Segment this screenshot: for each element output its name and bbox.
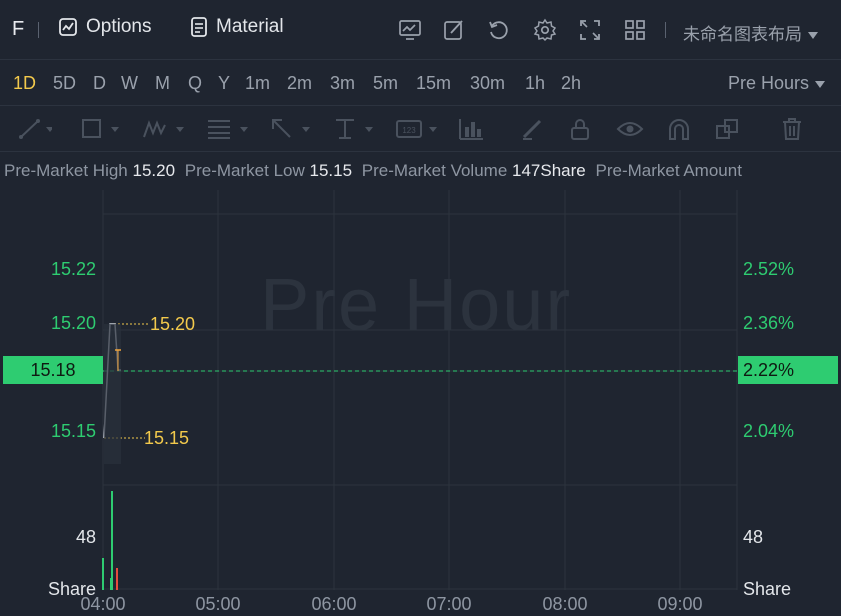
options-button[interactable]: Options bbox=[58, 16, 151, 38]
volume-bar bbox=[102, 558, 104, 590]
period-1d[interactable]: 1D bbox=[13, 73, 36, 94]
pre-market-high-label: Pre-Market High bbox=[4, 161, 128, 180]
chevron-down-icon bbox=[815, 80, 825, 88]
volume-bar bbox=[111, 491, 113, 590]
period-5d[interactable]: 5D bbox=[53, 73, 76, 94]
period-d[interactable]: D bbox=[93, 73, 106, 94]
period-3m[interactable]: 3m bbox=[330, 73, 355, 94]
volume-axis-unit: Share bbox=[743, 579, 792, 599]
period-w[interactable]: W bbox=[121, 73, 138, 94]
bars-icon[interactable] bbox=[457, 117, 485, 141]
trendline-icon[interactable] bbox=[18, 117, 52, 141]
lock-icon[interactable] bbox=[568, 117, 594, 141]
period-y[interactable]: Y bbox=[218, 73, 230, 94]
pre-market-stats: Pre-Market High 15.20 Pre-Market Low 15.… bbox=[0, 152, 841, 190]
fullscreen-icon[interactable] bbox=[578, 18, 602, 42]
current-price-tag: 15.18 bbox=[3, 356, 103, 384]
x-axis-tick: 09:00 bbox=[657, 594, 703, 614]
layout-selector[interactable]: 未命名图表布局 bbox=[683, 20, 818, 45]
y-axis-right-tick: 2.52% bbox=[743, 259, 795, 279]
pre-market-low-label: Pre-Market Low bbox=[184, 161, 305, 180]
options-chart-icon bbox=[59, 18, 77, 36]
x-axis-tick: 04:00 bbox=[80, 594, 126, 614]
number-icon[interactable]: 123 bbox=[395, 117, 439, 141]
gear-icon[interactable] bbox=[533, 18, 557, 42]
grid-lines bbox=[102, 190, 738, 590]
document-icon bbox=[191, 17, 207, 37]
period-15m[interactable]: 15m bbox=[416, 73, 451, 94]
pre-market-low-value: 15.15 bbox=[309, 161, 353, 180]
drawing-toolbar: 123 bbox=[0, 106, 841, 152]
x-axis-tick: 05:00 bbox=[195, 594, 241, 614]
y-axis-left-tick: 15.22 bbox=[50, 259, 96, 279]
pen-icon[interactable] bbox=[520, 117, 546, 141]
low-line-label: 15.15 bbox=[144, 428, 190, 448]
pre-market-high-value: 15.20 bbox=[132, 161, 176, 180]
chevron-down-icon bbox=[808, 31, 818, 39]
arrow-icon[interactable] bbox=[270, 117, 312, 141]
period-30m[interactable]: 30m bbox=[470, 73, 505, 94]
x-axis-tick: 08:00 bbox=[542, 594, 588, 614]
pre-market-volume-value: 147Share bbox=[512, 161, 586, 180]
divider bbox=[665, 22, 666, 38]
y-axis-left-tick: 15.20 bbox=[50, 313, 96, 333]
period-bar: 1D 5D D W M Q Y 1m 2m 3m 5m 15m 30m 1h 2… bbox=[0, 60, 841, 106]
fib-icon[interactable] bbox=[206, 117, 250, 141]
material-button[interactable]: Material bbox=[190, 16, 284, 38]
volume-axis-tick: 48 bbox=[743, 527, 764, 547]
period-2m[interactable]: 2m bbox=[287, 73, 312, 94]
volume-axis-tick: 48 bbox=[75, 527, 96, 547]
grid-icon[interactable] bbox=[623, 18, 647, 42]
period-m[interactable]: M bbox=[155, 73, 170, 94]
trash-icon[interactable] bbox=[780, 117, 804, 141]
options-label: Options bbox=[86, 16, 152, 37]
material-label: Material bbox=[216, 16, 284, 37]
price-area bbox=[104, 324, 121, 464]
rectangle-icon[interactable] bbox=[80, 117, 120, 141]
price-chart[interactable]: Pre Hour 15.22 15.20 15.15 2.52% 2.36% 2… bbox=[0, 190, 841, 616]
edit-icon[interactable] bbox=[442, 18, 466, 42]
current-pct-tag: 2.22% bbox=[738, 356, 838, 384]
volume-bar bbox=[116, 568, 118, 590]
session-label: Pre Hours bbox=[727, 73, 809, 93]
magnet-icon[interactable] bbox=[666, 117, 692, 141]
high-line-label: 15.20 bbox=[150, 314, 196, 334]
chart-watermark: Pre Hour bbox=[260, 263, 573, 346]
ticker-symbol[interactable]: F bbox=[12, 18, 24, 41]
session-selector[interactable]: Pre Hours bbox=[728, 73, 825, 94]
pre-market-amount-label: Pre-Market Amount bbox=[595, 161, 742, 180]
volume-bar bbox=[110, 578, 112, 590]
layers-icon[interactable] bbox=[714, 117, 740, 141]
divider bbox=[38, 22, 39, 38]
period-q[interactable]: Q bbox=[188, 73, 202, 94]
refresh-icon[interactable] bbox=[487, 18, 511, 42]
eye-icon[interactable] bbox=[616, 117, 644, 141]
measure-icon[interactable] bbox=[333, 117, 375, 141]
layout-name: 未命名图表布局 bbox=[683, 25, 802, 45]
period-1m[interactable]: 1m bbox=[245, 73, 270, 94]
x-axis-tick: 07:00 bbox=[426, 594, 472, 614]
x-axis-tick: 06:00 bbox=[311, 594, 357, 614]
y-axis-left-tick: 15.15 bbox=[50, 421, 96, 441]
svg-text:123: 123 bbox=[402, 126, 416, 135]
period-1h[interactable]: 1h bbox=[525, 73, 545, 94]
chart-canvas bbox=[102, 190, 738, 590]
y-axis-right-tick: 2.36% bbox=[743, 313, 795, 333]
pattern-icon[interactable] bbox=[142, 117, 186, 141]
y-axis-right-tick: 2.04% bbox=[743, 421, 795, 441]
period-2h[interactable]: 2h bbox=[561, 73, 581, 94]
pre-market-volume-label: Pre-Market Volume bbox=[361, 161, 508, 180]
chart-line-icon[interactable] bbox=[398, 18, 422, 42]
period-5m[interactable]: 5m bbox=[373, 73, 398, 94]
top-bar: F Options Material 未命名图表布局 bbox=[0, 0, 841, 60]
